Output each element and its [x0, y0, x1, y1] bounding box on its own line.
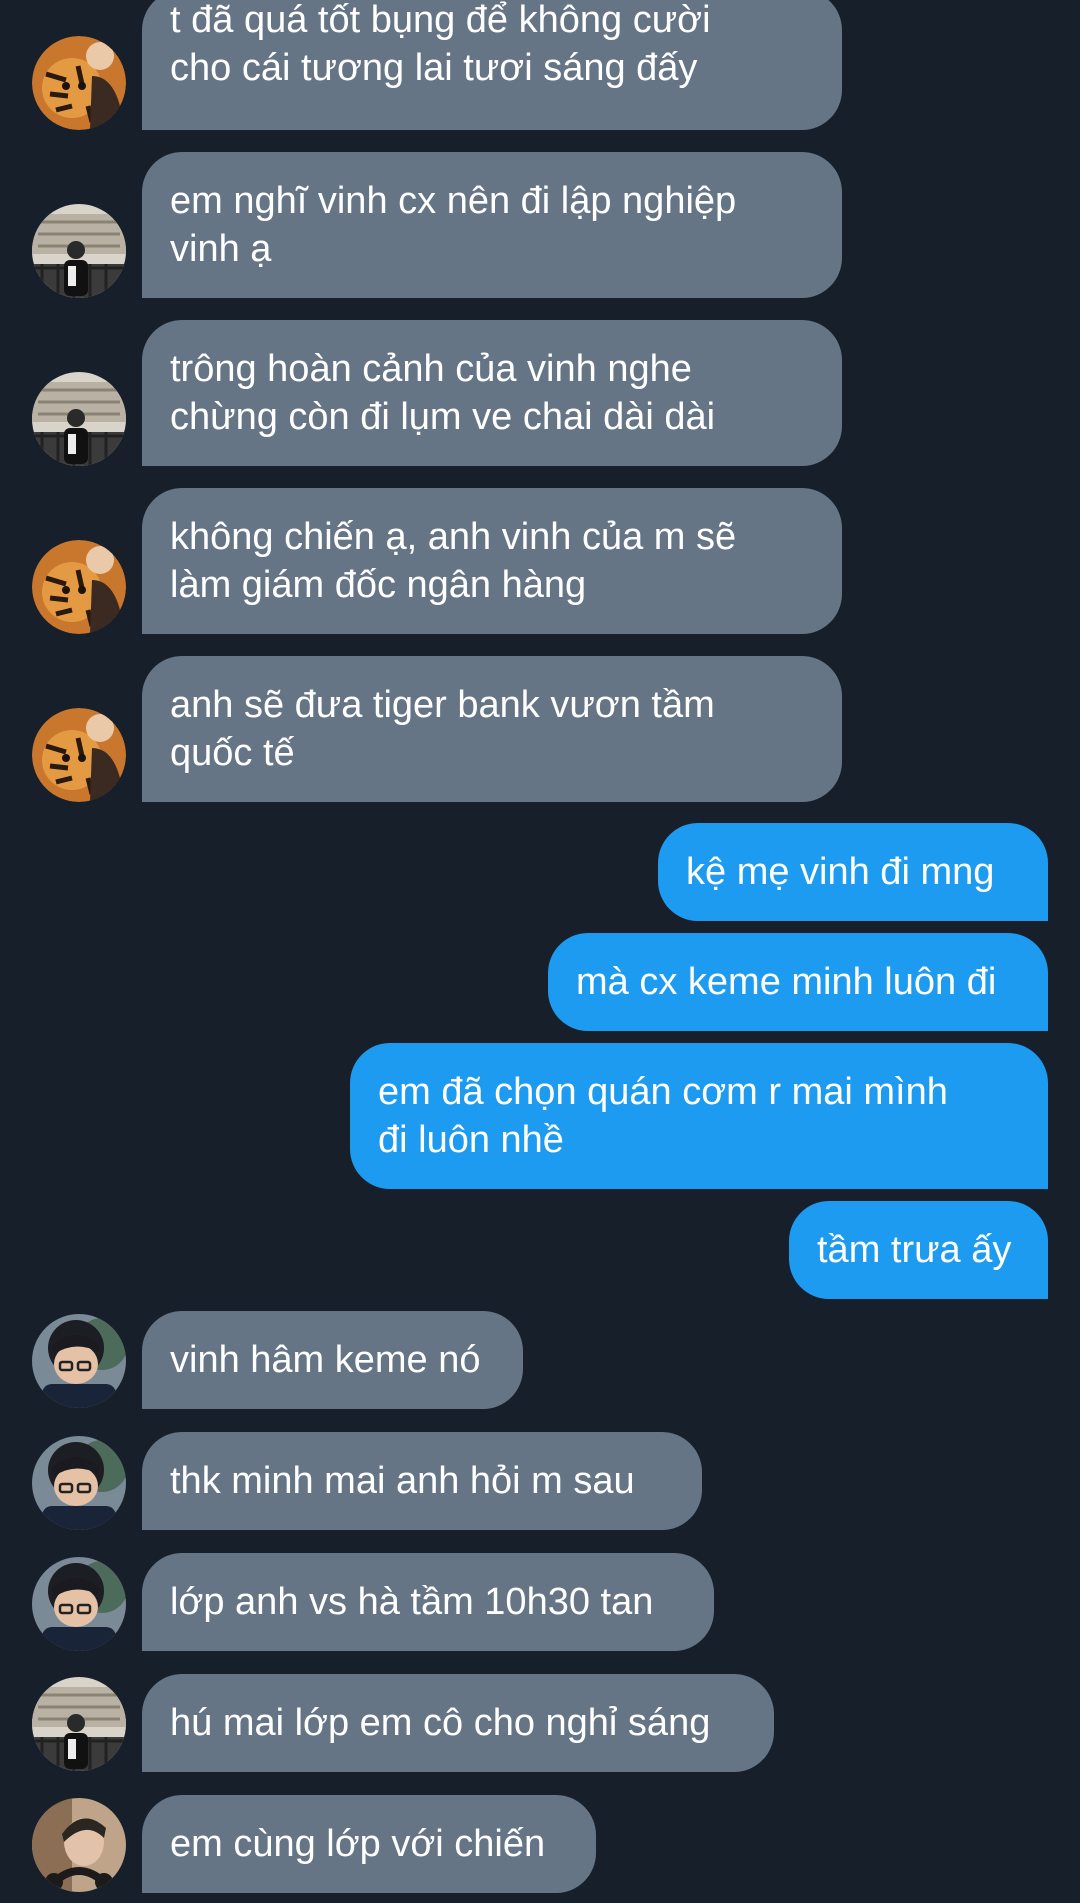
- outgoing-message-bubble[interactable]: mà cx keme minh luôn đi: [548, 933, 1048, 1031]
- incoming-message-bubble[interactable]: anh sẽ đưa tiger bank vươn tầm quốc tế: [142, 656, 842, 802]
- street-avatar[interactable]: [32, 204, 126, 298]
- tiger-avatar[interactable]: [32, 36, 126, 130]
- incoming-message-bubble[interactable]: không chiến ạ, anh vinh của m sẽ làm giá…: [142, 488, 842, 634]
- street-avatar[interactable]: [32, 372, 126, 466]
- outgoing-message-bubble[interactable]: kệ mẹ vinh đi mng: [658, 823, 1048, 921]
- incoming-message-bubble[interactable]: t đã quá tốt bụng để không cười cho cái …: [142, 0, 842, 130]
- incoming-message-bubble[interactable]: thk minh mai anh hỏi m sau: [142, 1432, 702, 1530]
- outgoing-message-bubble[interactable]: em đã chọn quán cơm r mai mình đi luôn n…: [350, 1043, 1048, 1189]
- incoming-message-bubble[interactable]: trông hoàn cảnh của vinh nghe chừng còn …: [142, 320, 842, 466]
- glasses-avatar[interactable]: [32, 1557, 126, 1651]
- tiger-avatar[interactable]: [32, 708, 126, 802]
- incoming-message-bubble[interactable]: em cùng lớp với chiến: [142, 1795, 596, 1893]
- tiger-avatar[interactable]: [32, 540, 126, 634]
- incoming-message-bubble[interactable]: lớp anh vs hà tầm 10h30 tan: [142, 1553, 714, 1651]
- headphones-avatar[interactable]: [32, 1798, 126, 1892]
- glasses-avatar[interactable]: [32, 1436, 126, 1530]
- message-thread[interactable]: t đã quá tốt bụng để không cười cho cái …: [0, 0, 1080, 1903]
- incoming-message-bubble[interactable]: vinh hâm keme nó: [142, 1311, 523, 1409]
- incoming-message-bubble[interactable]: em nghĩ vinh cx nên đi lập nghiệp vinh ạ: [142, 152, 842, 298]
- incoming-message-bubble[interactable]: hú mai lớp em cô cho nghỉ sáng: [142, 1674, 774, 1772]
- outgoing-message-bubble[interactable]: tầm trưa ấy: [789, 1201, 1048, 1299]
- glasses-avatar[interactable]: [32, 1314, 126, 1408]
- street-avatar[interactable]: [32, 1677, 126, 1771]
